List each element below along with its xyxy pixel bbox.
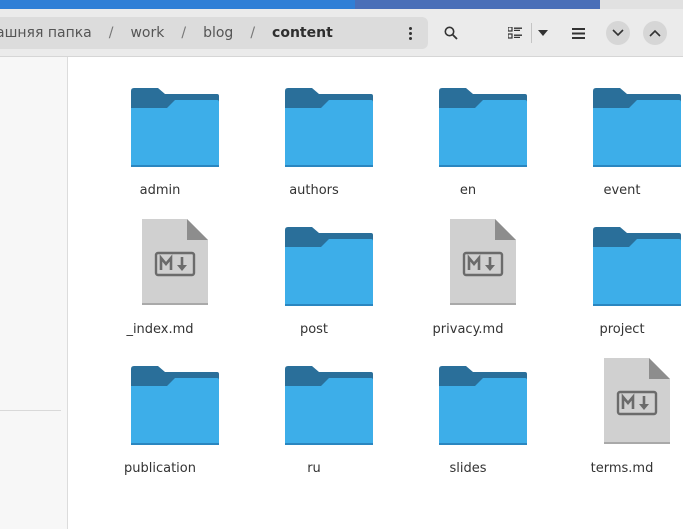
folder-item[interactable]: event [545,57,683,198]
search-icon [444,26,458,40]
file-item[interactable]: terms.md [545,335,683,476]
folder-icon [285,227,373,309]
file-name-label: publication [124,461,196,476]
folder-icon [285,88,373,170]
crumb-work[interactable]: work [130,25,164,41]
view-mode-button[interactable] [500,17,530,49]
maximize-button[interactable] [643,21,667,45]
file-grid: admin authors en event _index.md post privacy.… [68,57,683,529]
folder-item[interactable]: post [237,196,391,337]
kebab-dot [408,26,412,30]
list-view-icon [508,27,522,39]
kebab-dot [408,36,412,40]
sidebar [0,57,68,529]
folder-icon [285,366,373,448]
crumb-separator: / [181,25,187,41]
folder-icon [439,366,527,448]
folder-item[interactable]: slides [391,335,545,476]
file-name-label: slides [449,461,487,476]
chevron-down-icon [612,29,624,37]
file-name-label: terms.md [590,461,654,476]
crumb-home[interactable]: ашняя папка [0,25,92,41]
folder-icon [593,227,681,309]
view-options-dropdown[interactable] [532,17,554,49]
markdown-file-icon [593,358,681,448]
folder-item[interactable]: project [545,196,683,337]
path-menu-button[interactable] [404,23,416,43]
background-window-strip-3 [600,0,683,9]
folder-item[interactable]: en [391,57,545,198]
file-name-label: ru [307,461,321,476]
folder-item[interactable]: admin [83,57,237,198]
kebab-dot [408,31,412,35]
folder-icon [593,88,681,170]
crumb-separator: / [108,25,114,41]
main-menu-button[interactable] [564,17,592,49]
crumb-blog[interactable]: blog [203,25,233,41]
folder-item[interactable]: publication [83,335,237,476]
file-item[interactable]: _index.md [83,196,237,337]
search-button[interactable] [434,17,468,49]
chevron-up-icon [649,29,661,37]
crumb-content[interactable]: content [272,25,333,41]
folder-icon [439,88,527,170]
hamburger-menu-icon [571,27,585,39]
folder-icon [131,366,219,448]
minimize-button[interactable] [606,21,630,45]
sidebar-divider [0,410,61,411]
crumb-separator: / [250,25,256,41]
background-window-strip [0,0,355,9]
file-item[interactable]: privacy.md [391,196,545,337]
header-bar: ашняя папка / work / blog / content [0,9,683,57]
breadcrumb: ашняя папка / work / blog / content [0,17,428,49]
markdown-file-icon [131,219,219,309]
folder-item[interactable]: authors [237,57,391,198]
folder-icon [131,88,219,170]
background-window-strip-2 [355,0,600,9]
chevron-down-icon [538,30,548,36]
folder-item[interactable]: ru [237,335,391,476]
markdown-file-icon [439,219,527,309]
window-top-strip [0,0,683,9]
